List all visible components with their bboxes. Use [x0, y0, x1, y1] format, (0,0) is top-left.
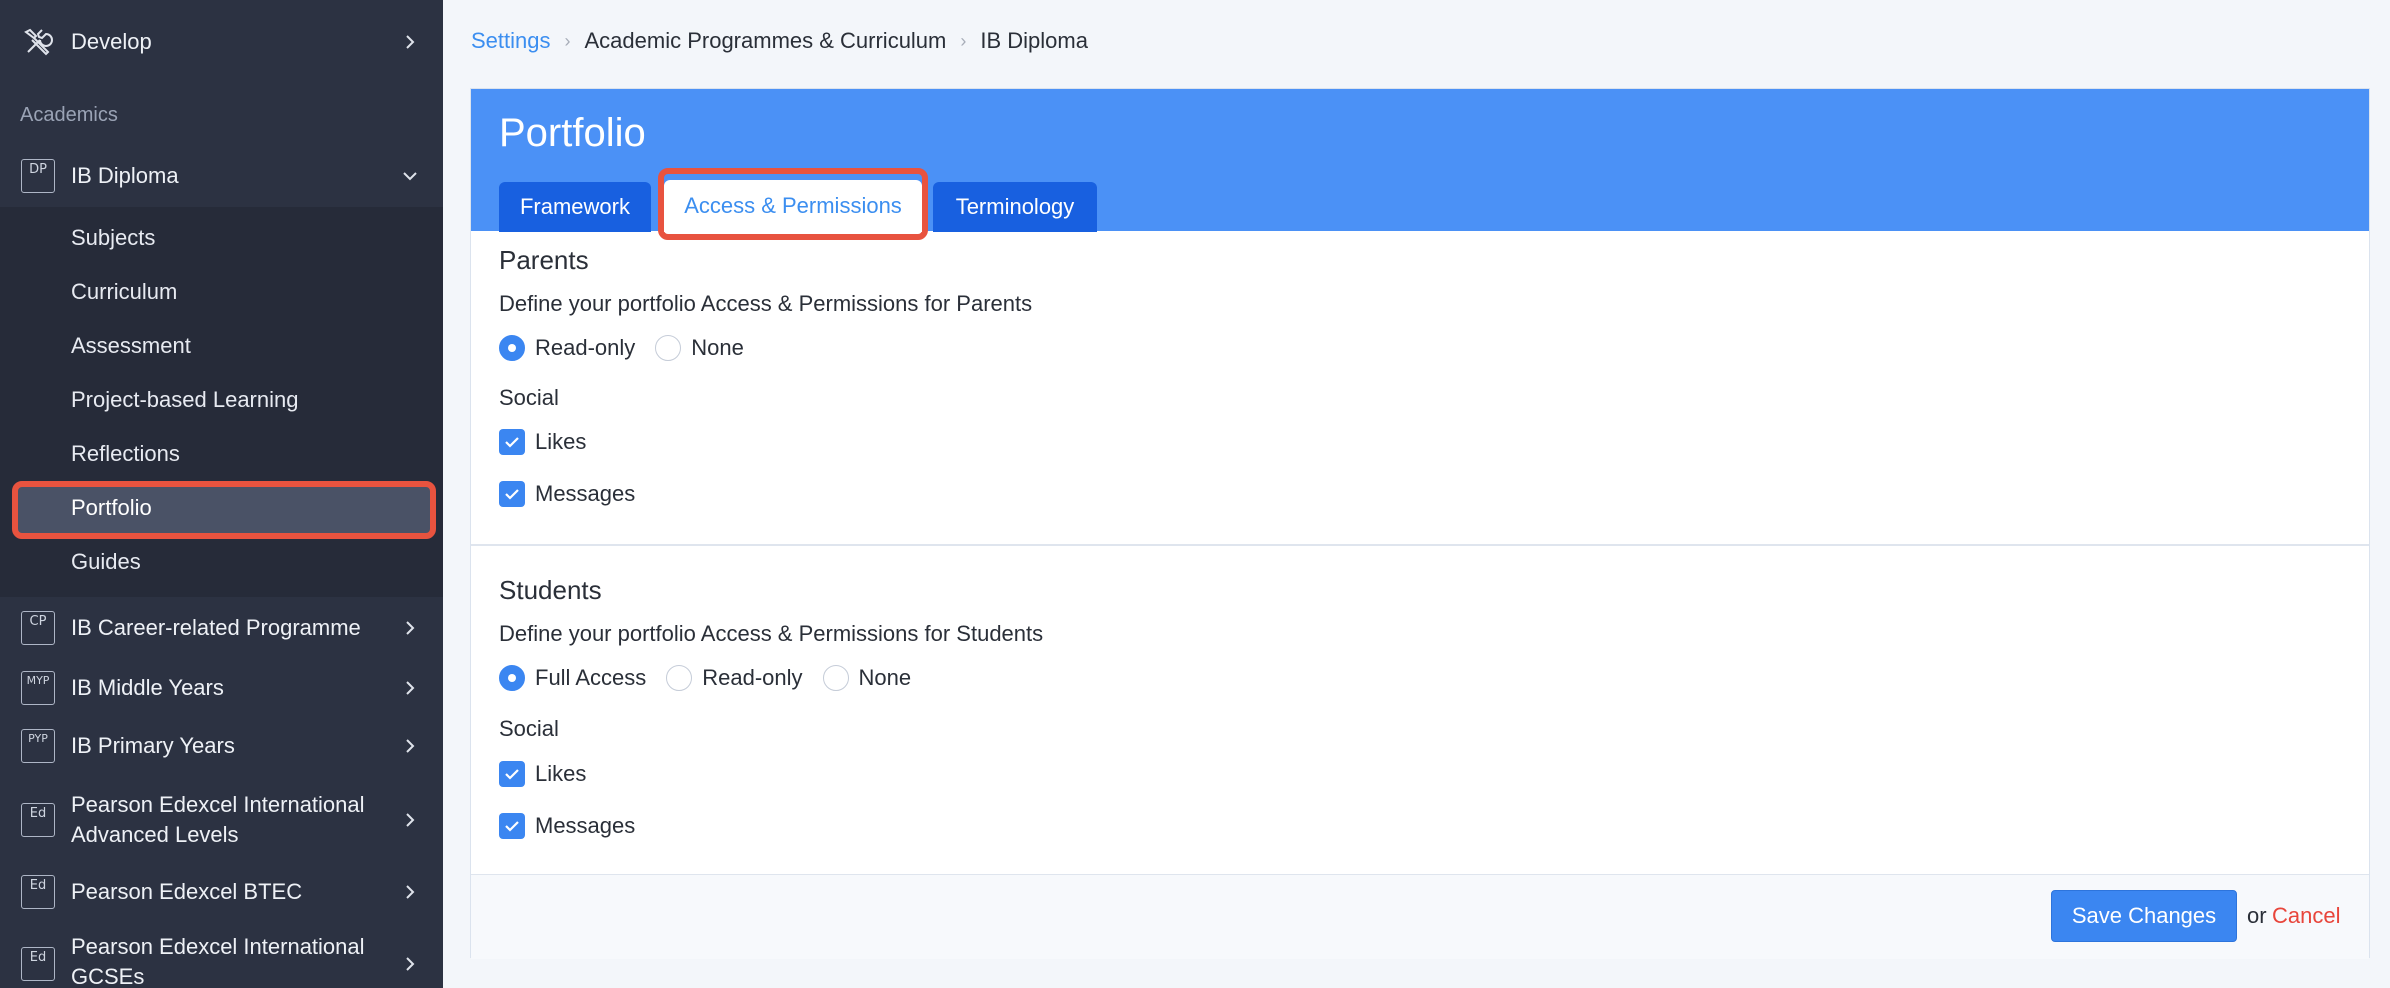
card-footer: Save Changes or Cancel [471, 874, 2369, 959]
sidebar-item-label: Develop [71, 29, 152, 54]
sidebar-item-pearson-btec[interactable]: Ed Pearson Edexcel BTEC [0, 874, 443, 910]
chevron-right-icon [401, 619, 419, 637]
breadcrumb: Settings › Academic Programmes & Curricu… [471, 28, 1088, 54]
cp-badge-icon: CP [20, 610, 56, 646]
sidebar-item-label-line1: Pearson Edexcel International [71, 934, 365, 959]
parents-social-label: Social [499, 385, 559, 410]
check-icon [505, 489, 519, 500]
radio-label[interactable]: Full Access [535, 665, 646, 691]
cancel-link[interactable]: Cancel [2272, 903, 2340, 929]
students-heading: Students [499, 575, 602, 605]
chevron-right-icon: › [564, 30, 571, 51]
parents-radio-read-only[interactable] [499, 335, 525, 361]
breadcrumb-ib-diploma: IB Diploma [980, 28, 1088, 53]
check-icon [505, 821, 519, 832]
parents-description: Define your portfolio Access & Permissio… [499, 291, 1033, 316]
settings-card: Portfolio Framework Access & Permissions… [470, 88, 2370, 959]
sidebar-item-label: Pearson Edexcel BTEC [71, 879, 303, 904]
sidebar-item-ib-middle-years[interactable]: MYP IB Middle Years [0, 670, 443, 706]
sidebar-item-label: IB Middle Years [71, 675, 224, 700]
sidebar-subitem-reflections[interactable]: Reflections [71, 441, 180, 467]
section-divider [471, 544, 2369, 546]
sidebar-subitem-curriculum[interactable]: Curriculum [71, 279, 177, 305]
students-messages-checkbox[interactable] [499, 813, 525, 839]
tab-access-permissions[interactable]: Access & Permissions [664, 180, 922, 232]
students-radio-read-only[interactable] [666, 665, 693, 691]
sidebar-item-develop[interactable]: Develop [0, 24, 443, 60]
checkbox-label[interactable]: Messages [535, 813, 635, 839]
parents-messages-option: Messages [499, 481, 655, 507]
parents-radio-none[interactable] [655, 335, 682, 361]
sidebar-subitem-assessment[interactable]: Assessment [71, 333, 191, 359]
sidebar-item-label-line1: Pearson Edexcel International [71, 792, 365, 817]
radio-label[interactable]: Read-only [702, 665, 802, 691]
parents-heading: Parents [499, 245, 589, 275]
parents-likes-checkbox[interactable] [499, 429, 525, 455]
chevron-right-icon [401, 737, 419, 755]
checkbox-label[interactable]: Likes [535, 429, 586, 455]
radio-label[interactable]: Read-only [535, 335, 635, 361]
students-likes-checkbox[interactable] [499, 761, 525, 787]
chevron-right-icon: › [960, 30, 967, 51]
chevron-right-icon [401, 679, 419, 697]
sidebar-item-label-line2: GCSEs [71, 964, 145, 988]
students-messages-option: Messages [499, 813, 655, 839]
tools-icon [20, 24, 56, 60]
chevron-right-icon [401, 883, 419, 901]
sidebar-item-label-line2: Advanced Levels [71, 822, 239, 847]
students-likes-option: Likes [499, 761, 606, 787]
parents-messages-checkbox[interactable] [499, 481, 525, 507]
chevron-right-icon [401, 33, 419, 51]
sidebar-subitem-subjects[interactable]: Subjects [71, 225, 155, 251]
card-header: Portfolio Framework Access & Permissions… [471, 89, 2369, 240]
sidebar-subitem-project-based-learning[interactable]: Project-based Learning [71, 387, 298, 413]
sidebar-item-ib-diploma[interactable]: DP IB Diploma [0, 158, 443, 194]
sidebar-item-ib-primary-years[interactable]: PYP IB Primary Years [0, 728, 443, 764]
sidebar: Develop Academics DP IB Diploma Subjects… [0, 0, 443, 988]
sidebar-item-label: IB Career-related Programme [71, 615, 361, 640]
parents-likes-option: Likes [499, 429, 606, 455]
save-changes-button[interactable]: Save Changes [2051, 890, 2237, 942]
students-radio-full-access[interactable] [499, 665, 525, 691]
tab-framework[interactable]: Framework [499, 182, 651, 232]
page-title: Portfolio [499, 111, 646, 155]
pyp-badge-icon: PYP [20, 728, 56, 764]
or-text: or [2247, 903, 2267, 928]
chevron-down-icon [401, 167, 419, 185]
dp-badge-icon: DP [20, 158, 56, 194]
sidebar-subitem-guides[interactable]: Guides [71, 549, 141, 575]
students-radio-none[interactable] [822, 665, 849, 691]
sidebar-item-pearson-ial[interactable]: Ed Pearson Edexcel International Advance… [0, 788, 443, 852]
radio-label[interactable]: None [691, 335, 744, 361]
students-description: Define your portfolio Access & Permissio… [499, 621, 1044, 646]
chevron-right-icon [401, 955, 419, 973]
parents-access-options: Read-only None [499, 335, 764, 361]
students-social-label: Social [499, 716, 559, 741]
check-icon [505, 437, 519, 448]
section-heading-academics: Academics [20, 104, 118, 126]
ed-badge-icon: Ed [20, 874, 56, 910]
sidebar-item-label: IB Diploma [71, 163, 179, 188]
tab-terminology[interactable]: Terminology [933, 182, 1097, 232]
radio-label[interactable]: None [859, 665, 912, 691]
sidebar-item-label: IB Primary Years [71, 733, 235, 758]
sidebar-subitem-portfolio[interactable]: Portfolio [71, 495, 152, 521]
ed-badge-icon: Ed [20, 946, 56, 982]
breadcrumb-settings-link[interactable]: Settings [471, 28, 551, 54]
ed-badge-icon: Ed [20, 802, 56, 838]
sidebar-item-pearson-igcse[interactable]: Ed Pearson Edexcel International GCSEs [0, 932, 443, 988]
sidebar-item-ib-career-related[interactable]: CP IB Career-related Programme [0, 610, 443, 646]
checkbox-label[interactable]: Likes [535, 761, 586, 787]
myp-badge-icon: MYP [20, 670, 56, 706]
students-access-options: Full Access Read-only None [499, 665, 931, 691]
check-icon [505, 769, 519, 780]
breadcrumb-academic-programmes: Academic Programmes & Curriculum [584, 28, 947, 53]
chevron-right-icon [401, 811, 419, 829]
checkbox-label[interactable]: Messages [535, 481, 635, 507]
